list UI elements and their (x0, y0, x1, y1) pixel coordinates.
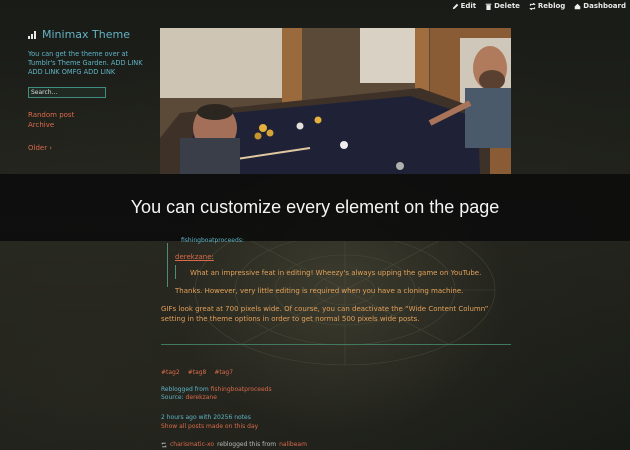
source-label: Source: (161, 394, 184, 401)
reblog-small-icon (161, 442, 167, 447)
reblog-label: Reblog (537, 2, 566, 10)
dashboard-label: Dashboard (583, 2, 626, 10)
post-controls: Edit Delete Reblog Dashboard (452, 2, 626, 10)
reblog-icon (529, 2, 536, 10)
tag-link[interactable]: #tag7 (214, 369, 233, 376)
pool-table-image (160, 28, 511, 174)
blog-title[interactable]: Minimax Theme (28, 28, 143, 41)
note-user-link[interactable]: charismatic-xo (170, 441, 214, 448)
blog-description: You can get the theme over at Tumblr's T… (28, 50, 143, 76)
edit-button[interactable]: Edit (452, 2, 477, 10)
banner-text: You can customize every element on the p… (130, 197, 500, 217)
quote-text-1: What an impressive feat in editing! Whee… (190, 269, 482, 277)
quote-text-2: Thanks. However, very little editing is … (175, 287, 464, 295)
tag-link[interactable]: #tag8 (188, 369, 207, 376)
delete-label: Delete (494, 2, 520, 10)
post-time-link[interactable]: 2 hours ago with 20256 notes (161, 413, 258, 422)
older-posts-link[interactable]: Older › (28, 144, 143, 152)
bars-logo-icon (28, 30, 37, 39)
post-tags: #tag2 #tag8 #tag7 (161, 369, 233, 376)
home-icon (574, 3, 581, 9)
reblogged-from-line: Reblogged from fishingboatproceeds (161, 386, 272, 394)
source-line: Source: derekzane (161, 394, 272, 402)
note-item: charismatic-xo reblogged this from nalib… (161, 441, 307, 448)
pencil-icon (452, 3, 458, 9)
source-link[interactable]: derekzane (186, 394, 217, 401)
sidebar: Minimax Theme You can get the theme over… (28, 28, 143, 152)
post-time-meta: 2 hours ago with 20256 notes Show all po… (161, 413, 258, 431)
reblog-button[interactable]: Reblog (529, 2, 565, 10)
quote-author-link[interactable]: derekzane (175, 253, 212, 261)
post-meta: Reblogged from fishingboatproceeds Sourc… (161, 386, 272, 402)
tag-link[interactable]: #tag2 (161, 369, 180, 376)
edit-label: Edit (460, 2, 477, 10)
blockquote-bar (167, 243, 168, 287)
show-all-posts-link[interactable]: Show all posts made on this day (161, 422, 258, 431)
nested-blockquote-bar (175, 265, 176, 279)
post-photo (160, 28, 511, 174)
blog-title-text: Minimax Theme (42, 28, 130, 41)
note-from-link[interactable]: nalibeam (279, 441, 307, 448)
reblogged-label: Reblogged from (161, 386, 209, 393)
delete-button[interactable]: Delete (485, 2, 520, 10)
sidebar-nav: Random post Archive (28, 111, 143, 130)
author-colon: : (211, 253, 214, 261)
dashboard-button[interactable]: Dashboard (574, 2, 626, 10)
post-body: GIFs look great at 700 pixels wide. Of c… (161, 305, 489, 323)
nav-archive[interactable]: Archive (28, 121, 143, 131)
search-input[interactable] (28, 87, 106, 98)
overlay-banner: You can customize every element on the p… (0, 174, 630, 241)
note-text: reblogged this from (217, 441, 277, 448)
trash-icon (485, 3, 492, 10)
nav-random-post[interactable]: Random post (28, 111, 143, 121)
reblog-source-link[interactable]: fishingboatproceeds: (181, 237, 244, 244)
post-divider (161, 344, 511, 345)
reblogged-from-link[interactable]: fishingboatproceeds (211, 386, 272, 393)
quote-author[interactable]: derekzane: (175, 253, 214, 261)
